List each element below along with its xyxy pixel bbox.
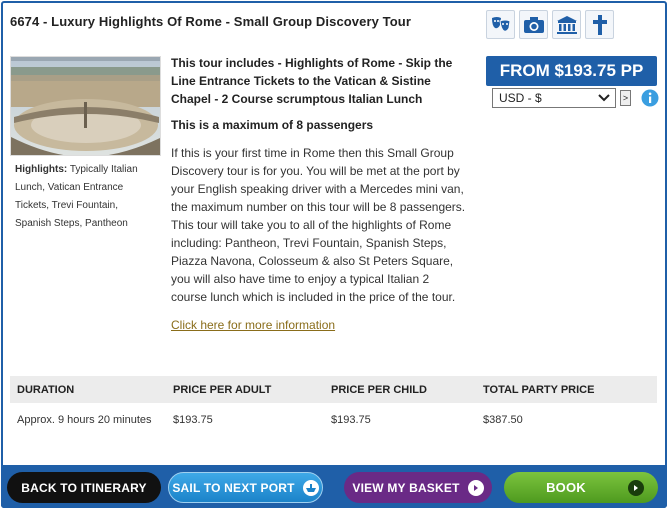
- theatre-masks-icon[interactable]: [486, 10, 515, 39]
- table-header: DURATION PRICE PER ADULT PRICE PER CHILD…: [10, 376, 657, 403]
- currency-select[interactable]: USD - $: [492, 88, 616, 108]
- basket-button-label: VIEW MY BASKET: [352, 480, 460, 495]
- tour-includes: This tour includes - Highlights of Rome …: [171, 56, 453, 106]
- price-badge: FROM $193.75 PP: [486, 56, 657, 86]
- tour-details: This tour includes - Highlights of Rome …: [171, 54, 466, 334]
- ship-icon: [302, 479, 319, 496]
- currency-value: USD - $: [499, 91, 542, 105]
- tour-title: 6674 - Luxury Highlights Of Rome - Small…: [10, 14, 411, 29]
- back-to-itinerary-button[interactable]: BACK TO ITINERARY: [7, 472, 161, 503]
- next-button-label: SAIL TO NEXT PORT: [172, 480, 295, 495]
- footer-bar: BACK TO ITINERARY SAIL TO NEXT PORT VIEW…: [1, 465, 667, 508]
- header-duration: DURATION: [17, 383, 75, 396]
- currency-go-button[interactable]: >: [620, 90, 631, 106]
- highlights-text: Highlights: Typically Italian Lunch, Vat…: [15, 161, 155, 233]
- cell-price-child: $193.75: [331, 414, 371, 426]
- cell-price-adult: $193.75: [173, 414, 213, 426]
- camera-icon[interactable]: [519, 10, 548, 39]
- cross-icon[interactable]: [585, 10, 614, 39]
- header-price-child: PRICE PER CHILD: [331, 383, 427, 396]
- chevron-down-icon: [598, 91, 610, 105]
- tour-photo: [10, 56, 161, 156]
- sail-to-next-port-button[interactable]: SAIL TO NEXT PORT: [168, 472, 323, 503]
- table-row: Approx. 9 hours 20 minutes $193.75 $193.…: [10, 405, 657, 435]
- cell-duration: Approx. 9 hours 20 minutes: [17, 414, 152, 426]
- book-button[interactable]: BOOK: [504, 472, 658, 503]
- museum-icon[interactable]: [552, 10, 581, 39]
- max-passengers: This is a maximum of 8 passengers: [171, 118, 374, 132]
- price-table: DURATION PRICE PER ADULT PRICE PER CHILD…: [10, 376, 657, 435]
- header-total-price: TOTAL PARTY PRICE: [483, 383, 595, 396]
- back-button-label: BACK TO ITINERARY: [21, 480, 147, 495]
- category-icons: [486, 10, 614, 39]
- arrow-right-icon: [627, 479, 644, 496]
- arrow-right-icon: [467, 479, 484, 496]
- tour-description: If this is your first time in Rome then …: [171, 146, 466, 304]
- info-icon[interactable]: [641, 89, 659, 107]
- more-info-link[interactable]: Click here for more information: [171, 318, 335, 332]
- cell-total-price: $387.50: [483, 414, 523, 426]
- highlights-label: Highlights:: [15, 164, 68, 175]
- view-my-basket-button[interactable]: VIEW MY BASKET: [344, 472, 492, 503]
- header-price-adult: PRICE PER ADULT: [173, 383, 272, 396]
- currency-selector: USD - $ >: [492, 88, 659, 108]
- book-button-label: BOOK: [546, 480, 586, 495]
